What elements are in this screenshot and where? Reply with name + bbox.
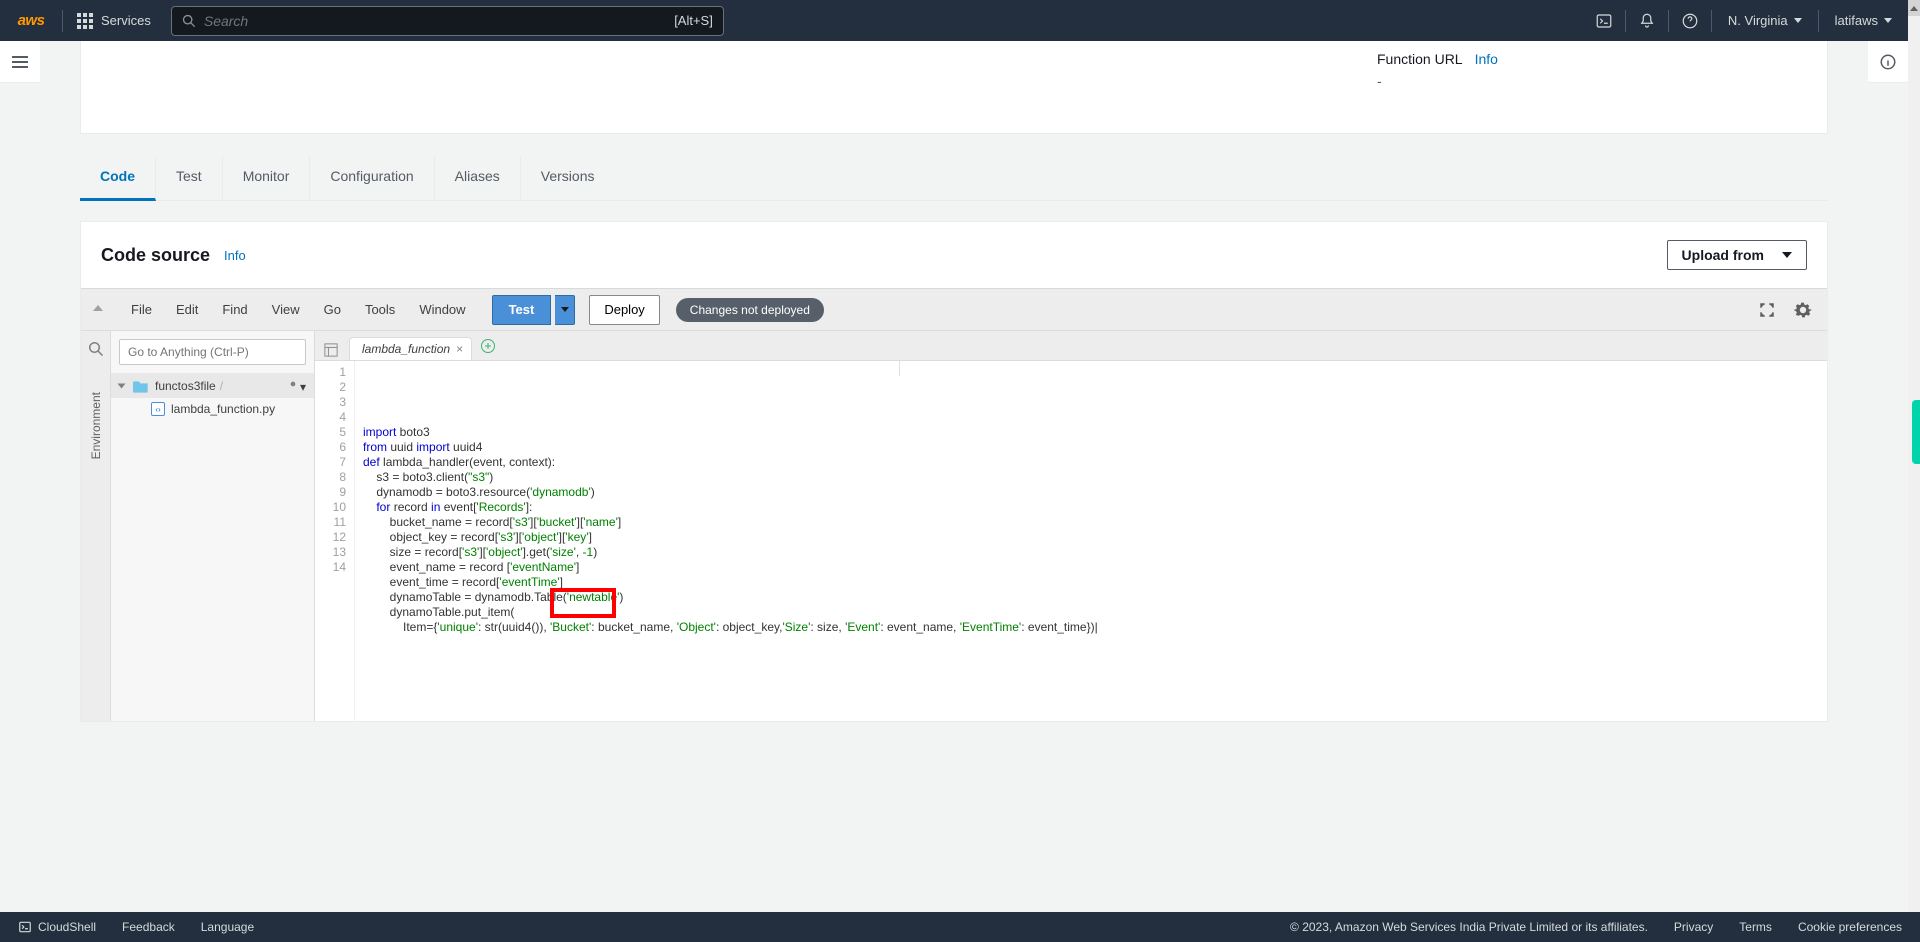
python-file-icon: ‹›	[151, 402, 165, 416]
footer-bar: CloudShell Feedback Language © 2023, Ama…	[0, 912, 1920, 942]
add-tab-icon[interactable]	[478, 336, 498, 356]
cloudshell-icon	[18, 920, 32, 934]
tree-file-item[interactable]: ‹› lambda_function.py	[111, 398, 314, 420]
hamburger-icon[interactable]	[12, 56, 28, 68]
account-menu[interactable]: latifaws	[1819, 0, 1908, 41]
code-content[interactable]: import boto3from uuid import uuid4def la…	[355, 361, 1827, 721]
top-nav: aws Services [Alt+S] N. Virginia latifaw…	[0, 0, 1908, 41]
region-selector[interactable]: N. Virginia	[1712, 0, 1818, 41]
menu-file[interactable]: File	[121, 298, 162, 321]
environment-tab-label[interactable]: Environment	[89, 386, 103, 465]
tab-test[interactable]: Test	[156, 156, 223, 200]
file-tree: functos3file / ▾ ‹› lambda_function.py	[111, 331, 315, 721]
global-search[interactable]: [Alt+S]	[171, 6, 724, 36]
settings-gear-icon[interactable]	[1791, 298, 1815, 322]
deploy-button[interactable]: Deploy	[589, 295, 659, 325]
fullscreen-icon[interactable]	[1755, 298, 1779, 322]
tab-code[interactable]: Code	[80, 156, 156, 201]
page-scrollbar[interactable]	[1908, 16, 1920, 912]
tree-root-folder[interactable]: functos3file / ▾	[111, 373, 314, 398]
tree-settings-icon[interactable]: ▾	[286, 377, 306, 394]
editor-tabs: lambda_function ×	[315, 331, 1827, 361]
search-shortcut: [Alt+S]	[674, 13, 713, 28]
code-source-info-link[interactable]: Info	[224, 248, 246, 263]
collapse-up-icon[interactable]	[93, 305, 107, 315]
ide-menubar: File Edit Find View Go Tools Window Test…	[81, 289, 1827, 331]
left-rail	[0, 41, 40, 83]
footer-copyright: © 2023, Amazon Web Services India Privat…	[1290, 920, 1648, 934]
line-gutter: 1234567891011121314	[315, 361, 355, 721]
outline-icon[interactable]	[321, 340, 341, 360]
menu-window[interactable]: Window	[409, 298, 475, 321]
footer-language[interactable]: Language	[201, 920, 254, 934]
tab-monitor[interactable]: Monitor	[223, 156, 311, 200]
search-input[interactable]	[204, 13, 674, 29]
goto-input[interactable]	[119, 339, 306, 365]
grid-icon	[77, 13, 93, 29]
function-overview-panel: Function URL Info -	[80, 41, 1828, 134]
caret-down-icon	[1884, 18, 1892, 23]
right-rail	[1868, 41, 1908, 83]
function-url-info-link[interactable]: Info	[1475, 51, 1498, 67]
aws-logo[interactable]: aws	[0, 12, 62, 29]
function-tabs: Code Test Monitor Configuration Aliases …	[80, 156, 1828, 201]
info-panel-icon[interactable]	[1879, 53, 1897, 71]
menu-tools[interactable]: Tools	[355, 298, 405, 321]
search-icon	[182, 14, 196, 28]
caret-down-icon	[1782, 252, 1792, 258]
test-button[interactable]: Test	[492, 295, 552, 325]
tab-aliases[interactable]: Aliases	[435, 156, 521, 200]
test-dropdown[interactable]	[555, 295, 575, 325]
footer-feedback[interactable]: Feedback	[122, 920, 175, 934]
notifications-icon[interactable]	[1626, 0, 1668, 41]
deploy-status-badge: Changes not deployed	[676, 298, 824, 322]
menu-edit[interactable]: Edit	[166, 298, 208, 321]
menu-view[interactable]: View	[262, 298, 310, 321]
function-url-value: -	[1377, 73, 1803, 89]
editor-pane: lambda_function × 1234567891011121314 im…	[315, 331, 1827, 721]
tree-search-icon[interactable]	[88, 341, 104, 362]
footer-cookies[interactable]: Cookie preferences	[1798, 920, 1902, 934]
footer-privacy[interactable]: Privacy	[1674, 920, 1713, 934]
footer-terms[interactable]: Terms	[1739, 920, 1772, 934]
code-source-panel: Code source Info Upload from File Edit F…	[80, 221, 1828, 722]
close-tab-icon[interactable]: ×	[456, 342, 463, 356]
scroll-hint	[1912, 400, 1920, 464]
menu-find[interactable]: Find	[212, 298, 257, 321]
caret-down-icon	[1794, 18, 1802, 23]
function-url-block: Function URL Info -	[1377, 41, 1827, 133]
cloudshell-icon[interactable]	[1583, 0, 1625, 41]
twisty-icon	[119, 379, 129, 393]
tab-configuration[interactable]: Configuration	[310, 156, 434, 200]
footer-cloudshell[interactable]: CloudShell	[18, 920, 96, 934]
ide-left-gutter: Environment	[81, 331, 111, 721]
services-label: Services	[101, 13, 151, 28]
code-text-area[interactable]: 1234567891011121314 import boto3from uui…	[315, 361, 1827, 721]
function-url-label: Function URL	[1377, 51, 1463, 67]
scrollbar-up-arrow[interactable]	[1908, 0, 1920, 16]
editor-tab-lambda-function[interactable]: lambda_function ×	[349, 337, 472, 360]
menu-go[interactable]: Go	[314, 298, 351, 321]
upload-from-button[interactable]: Upload from	[1667, 240, 1807, 270]
code-source-title: Code source	[101, 245, 210, 266]
tab-versions[interactable]: Versions	[521, 156, 615, 200]
folder-icon	[133, 379, 149, 393]
help-icon[interactable]	[1669, 0, 1711, 41]
code-editor-ide: File Edit Find View Go Tools Window Test…	[81, 288, 1827, 721]
services-menu[interactable]: Services	[63, 13, 165, 29]
